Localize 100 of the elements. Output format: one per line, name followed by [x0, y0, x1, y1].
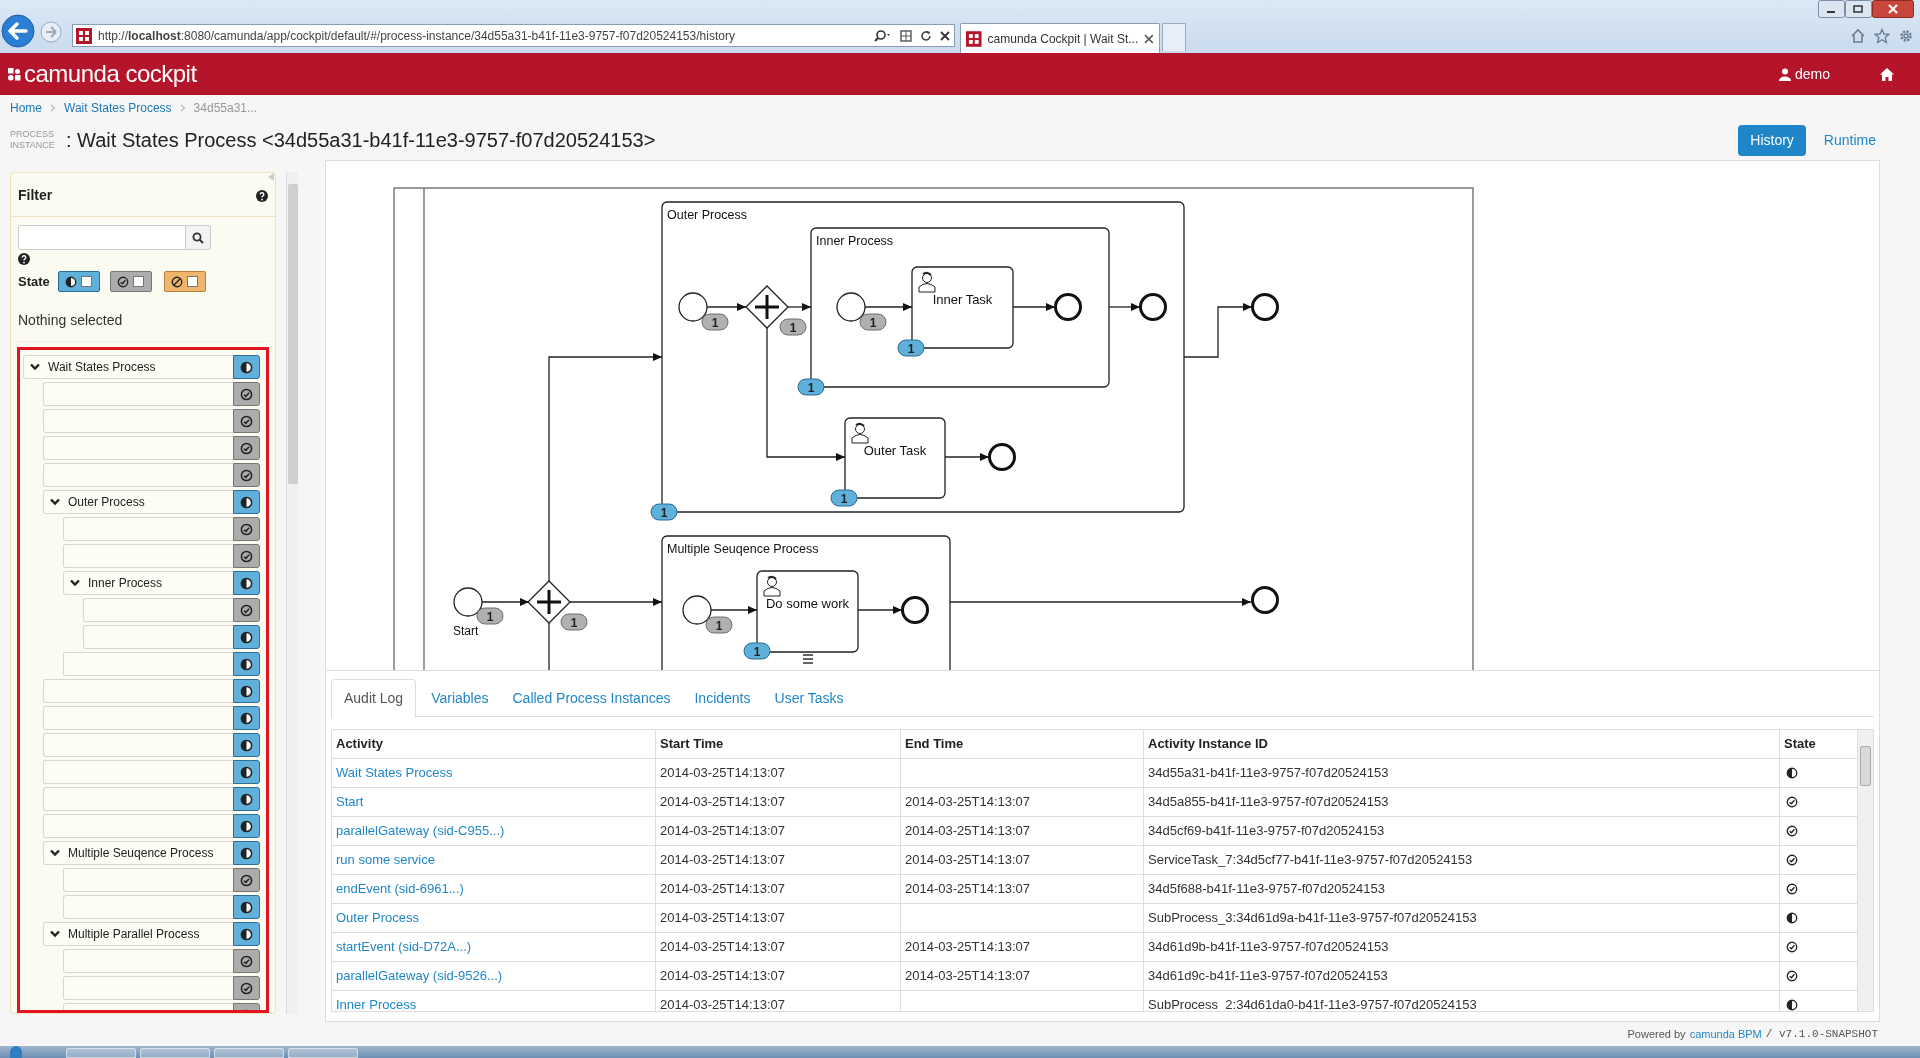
- activity-link[interactable]: Outer Process: [336, 908, 420, 928]
- state-button[interactable]: [233, 355, 260, 379]
- instance-count-badge[interactable]: 1: [650, 503, 678, 521]
- chevron-down-icon[interactable]: [70, 579, 80, 587]
- scrollbar[interactable]: [1857, 730, 1873, 1011]
- state-button[interactable]: [233, 706, 260, 730]
- help-icon[interactable]: [256, 189, 268, 202]
- state-button[interactable]: [233, 490, 260, 514]
- refresh-icon[interactable]: [919, 28, 933, 43]
- tab[interactable]: Variables: [419, 679, 501, 717]
- tree-node[interactable]: Multiple Seuqence Process: [43, 841, 233, 865]
- breadcrumb-link[interactable]: Home: [10, 98, 42, 117]
- tab[interactable]: Incidents: [682, 679, 763, 717]
- instance-count-badge[interactable]: 1: [779, 318, 807, 336]
- scrollbar[interactable]: [286, 172, 298, 1014]
- state-button[interactable]: [233, 922, 260, 946]
- tree-node[interactable]: Wait States Process: [23, 355, 233, 379]
- tab[interactable]: Called Process Instances: [500, 679, 683, 717]
- tab[interactable]: User Tasks: [762, 679, 856, 717]
- state-filter-toggle[interactable]: [163, 271, 206, 292]
- minimize-button[interactable]: [1818, 0, 1845, 18]
- state-button[interactable]: [233, 571, 260, 595]
- state-button[interactable]: [233, 652, 260, 676]
- checkbox[interactable]: [133, 276, 145, 287]
- instance-count-badge[interactable]: 1: [743, 642, 771, 660]
- state-button[interactable]: [233, 382, 260, 406]
- tree-node[interactable]: Multiple Parallel Process: [43, 922, 233, 946]
- running-state-icon: [240, 576, 253, 590]
- close-icon[interactable]: [939, 29, 951, 42]
- close-icon[interactable]: [1144, 33, 1154, 44]
- restore-button[interactable]: [1845, 0, 1872, 18]
- tree-node[interactable]: Outer Process: [43, 490, 233, 514]
- state-button[interactable]: [233, 760, 260, 784]
- state-button[interactable]: [233, 814, 260, 838]
- chevron-down-icon[interactable]: [50, 930, 60, 938]
- footer-link[interactable]: camunda BPM: [1689, 1025, 1762, 1043]
- search-icon[interactable]: [873, 28, 893, 43]
- browser-tab[interactable]: camunda Cockpit | Wait St...: [960, 23, 1160, 53]
- state-button[interactable]: [233, 976, 260, 1000]
- instance-count-badge[interactable]: 1: [705, 616, 733, 634]
- tab[interactable]: Audit Log: [331, 679, 417, 718]
- column-header[interactable]: End Time: [900, 730, 1143, 758]
- search-button[interactable]: [186, 225, 211, 250]
- star-icon[interactable]: [1874, 28, 1890, 44]
- start-orb-icon[interactable]: [10, 1046, 22, 1058]
- instance-count-badge[interactable]: 1: [859, 313, 887, 331]
- user-menu[interactable]: demo: [1778, 63, 1830, 85]
- view-toggle-button[interactable]: Runtime: [1819, 124, 1880, 156]
- activity-link[interactable]: startEvent (sid-D72A...): [336, 937, 472, 957]
- state-filter-toggle[interactable]: [109, 271, 152, 292]
- state-filter-toggle[interactable]: [57, 271, 100, 292]
- instance-count-badge[interactable]: 1: [830, 489, 858, 507]
- state-button[interactable]: [233, 949, 260, 973]
- activity-link[interactable]: parallelGateway (sid-9526...): [336, 966, 503, 986]
- filter-input[interactable]: [18, 225, 186, 250]
- state-button[interactable]: [233, 436, 260, 460]
- breadcrumb-link[interactable]: Wait States Process: [64, 98, 172, 117]
- activity-link[interactable]: endEvent (sid-6961...): [336, 879, 464, 899]
- settings-icon[interactable]: [1898, 28, 1914, 44]
- state-button[interactable]: [233, 733, 260, 757]
- activity-link[interactable]: Wait States Process: [336, 763, 453, 783]
- state-button[interactable]: [233, 409, 260, 433]
- column-header[interactable]: Activity: [332, 730, 655, 758]
- state-button[interactable]: [233, 463, 260, 487]
- state-button[interactable]: [233, 625, 260, 649]
- close-button[interactable]: [1872, 0, 1914, 18]
- instance-count-badge[interactable]: 1: [560, 613, 588, 631]
- chevron-down-icon[interactable]: [50, 849, 60, 857]
- home-icon[interactable]: [1850, 28, 1866, 44]
- checkbox[interactable]: [81, 276, 93, 287]
- home-icon[interactable]: [1880, 67, 1894, 81]
- chevron-down-icon[interactable]: [50, 498, 60, 506]
- view-toggle-button[interactable]: History: [1738, 124, 1806, 156]
- scrollbar-thumb[interactable]: [288, 184, 298, 484]
- help-icon[interactable]: [18, 253, 30, 265]
- back-button[interactable]: [1, 14, 35, 48]
- activity-link[interactable]: Start: [336, 792, 364, 812]
- address-bar[interactable]: http://localhost:8080/camunda/app/cockpit/default/#/process-instance/34d55a31-b41f-11e3-9757-f07d20524153/history: [72, 24, 955, 47]
- state-button[interactable]: [233, 598, 260, 622]
- state-button[interactable]: [233, 787, 260, 811]
- compatibility-icon[interactable]: [899, 28, 913, 43]
- chevron-down-icon[interactable]: [30, 363, 40, 371]
- state-button[interactable]: [233, 841, 260, 865]
- activity-link[interactable]: Inner Process: [336, 995, 417, 1011]
- instance-count-badge[interactable]: 1: [701, 313, 729, 331]
- state-button[interactable]: [233, 544, 260, 568]
- instance-count-badge[interactable]: 1: [797, 378, 825, 396]
- state-button[interactable]: [233, 517, 260, 541]
- state-button[interactable]: [233, 895, 260, 919]
- scrollbar-thumb[interactable]: [1860, 746, 1871, 786]
- instance-count-badge[interactable]: 1: [476, 607, 504, 625]
- instance-count-badge[interactable]: 1: [897, 339, 925, 357]
- activity-link[interactable]: run some service: [336, 850, 435, 870]
- tree-node[interactable]: Inner Process: [63, 571, 233, 595]
- activity-link[interactable]: parallelGateway (sid-C955...): [336, 821, 505, 841]
- column-header[interactable]: Start Time: [655, 730, 900, 758]
- state-button[interactable]: [233, 679, 260, 703]
- column-header[interactable]: Activity Instance ID: [1143, 730, 1779, 758]
- checkbox[interactable]: [187, 276, 199, 287]
- state-button[interactable]: [233, 868, 260, 892]
